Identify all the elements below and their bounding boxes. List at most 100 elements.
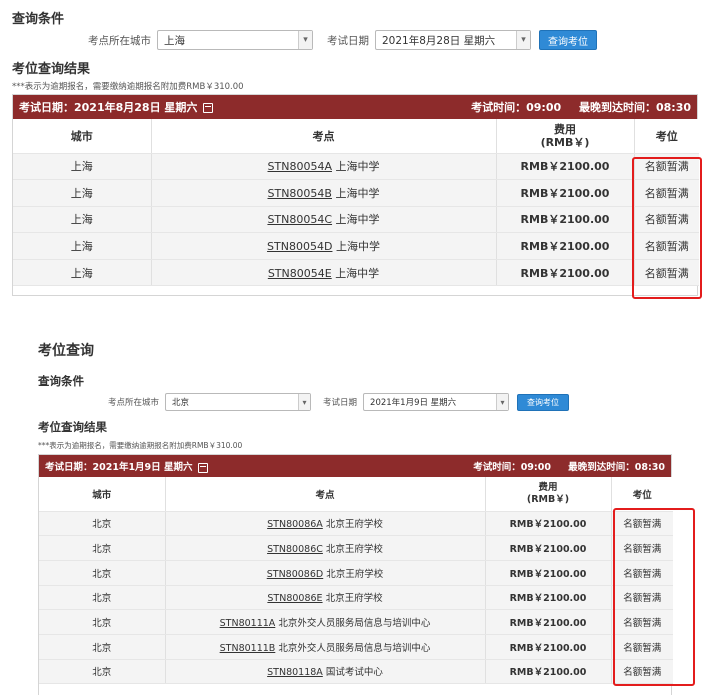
cell-city: 上海 — [13, 232, 152, 260]
chevron-down-icon: ▾ — [496, 394, 509, 410]
cell-city: 北京 — [39, 511, 166, 537]
cell-site: STN80054C 上海中学 — [151, 206, 497, 234]
cell-city: 北京 — [39, 535, 166, 561]
date-select[interactable]: 2021年8月28日 星期六 ▾ — [375, 30, 531, 50]
cell-city: 北京 — [39, 609, 166, 635]
city-label: 考点所在城市 — [88, 34, 151, 47]
exam-date-text: 考试日期：2021年1月9日 星期六 — [45, 459, 209, 473]
site-name: 上海中学 — [335, 213, 380, 227]
results-table: 城市 考点 费用 (RMB￥) 考位 上海 STN80054A 上海中学 RMB￥2… — [13, 119, 699, 287]
date-select[interactable]: 2021年1月9日 星期六 ▾ — [363, 393, 510, 411]
table-header-row: 城市 考点 费用 (RMB￥) 考位 — [13, 119, 699, 154]
site-name: 北京王府学校 — [325, 519, 383, 531]
date-select-value: 2021年1月9日 星期六 — [370, 398, 457, 408]
site-name: 北京外交人员服务局信息与培训中心 — [278, 642, 431, 654]
table-row: 上海 STN80054A 上海中学 RMB￥2100.00 名额暂满 — [13, 153, 699, 181]
query-conditions-title: 查询条件 — [12, 12, 65, 27]
table-row: 北京 STN80086D 北京王府学校 RMB￥2100.00 名额暂满 — [39, 560, 673, 586]
late-fee-note: ***表示为逾期报名，需要缴纳逾期报名附加费RMB￥310.00 — [12, 82, 244, 92]
city-select[interactable]: 北京 ▾ — [165, 393, 312, 411]
col-header-site: 考点 — [151, 119, 497, 154]
table-header-row: 城市 考点 费用 (RMB￥) 考位 — [39, 477, 673, 512]
cell-site: STN80054D 上海中学 — [151, 232, 497, 260]
col-header-site: 考点 — [165, 477, 486, 512]
site-code-link[interactable]: STN80054B — [268, 187, 332, 200]
cell-fee: RMB￥2100.00 — [496, 153, 635, 181]
col-header-city: 城市 — [13, 119, 152, 154]
cell-city: 上海 — [13, 153, 152, 181]
date-label: 考试日期 — [327, 34, 369, 47]
cell-fee: RMB￥2100.00 — [485, 560, 612, 586]
cell-site: STN80054A 上海中学 — [151, 153, 497, 181]
date-label: 考试日期 — [323, 398, 358, 408]
latest-arrival-text: 最晚到达时间：08:30 — [578, 101, 691, 114]
results-title: 考位查询结果 — [38, 420, 107, 434]
cell-city: 北京 — [39, 560, 166, 586]
exam-date-text: 考试日期：2021年8月28日 星期六 — [19, 99, 214, 115]
exam-time-text: 考试时间：09:00 — [471, 101, 562, 114]
site-code-link[interactable]: STN80086C — [267, 544, 323, 555]
table-row: 上海 STN80054E 上海中学 RMB￥2100.00 名额暂满 — [13, 259, 699, 287]
city-select-value: 上海 — [164, 34, 185, 47]
col-header-city: 城市 — [39, 477, 166, 512]
query-seat-button[interactable]: 查询考位 — [517, 393, 570, 411]
late-fee-note: ***表示为逾期报名，需要缴纳逾期报名附加费RMB￥310.00 — [38, 441, 243, 450]
date-select-value: 2021年8月28日 星期六 — [382, 34, 496, 47]
city-label: 考点所在城市 — [108, 398, 160, 408]
chevron-down-icon: ▾ — [298, 31, 312, 49]
query-seat-button[interactable]: 查询考位 — [539, 30, 597, 50]
site-code-link[interactable]: STN80111B — [220, 643, 276, 654]
table-row: 北京 STN80111B 北京外交人员服务局信息与培训中心 RMB￥2100.00 名… — [39, 634, 673, 660]
exam-info-bar: 考试日期：2021年1月9日 星期六 考试时间：09:00 最晚到达时间：08:… — [39, 455, 671, 477]
results-table-container: 考试日期：2021年8月28日 星期六 考试时间：09:00 最晚到达时间：08… — [12, 94, 699, 296]
table-row: 上海 STN80054D 上海中学 RMB￥2100.00 名额暂满 — [13, 232, 699, 260]
cell-site: STN80086A 北京王府学校 — [165, 511, 486, 537]
cell-fee: RMB￥2100.00 — [496, 259, 635, 287]
cell-city: 上海 — [13, 179, 152, 207]
site-code-link[interactable]: STN80054E — [268, 267, 332, 280]
table-row: 北京 STN80086C 北京王府学校 RMB￥2100.00 名额暂满 — [39, 535, 673, 561]
page-title: 考位查询 — [38, 343, 94, 359]
site-code-link[interactable]: STN80054A — [268, 160, 332, 173]
table-row: 北京 STN80111A 北京外交人员服务局信息与培训中心 RMB￥2100.00 名… — [39, 609, 673, 635]
full-status-highlight — [613, 508, 695, 686]
cell-fee: RMB￥2100.00 — [485, 585, 612, 611]
site-code-link[interactable]: STN80086E — [267, 593, 322, 604]
site-code-link[interactable]: STN80086A — [267, 519, 323, 530]
site-code-link[interactable]: STN80118A — [267, 667, 323, 678]
full-status-highlight — [632, 157, 702, 299]
cell-site: STN80111A 北京外交人员服务局信息与培训中心 — [165, 609, 486, 635]
cell-fee: RMB￥2100.00 — [496, 232, 635, 260]
site-name: 国试考试中心 — [325, 667, 383, 679]
calendar-icon[interactable] — [198, 462, 209, 473]
site-code-link[interactable]: STN80111A — [220, 618, 276, 629]
site-name: 北京王府学校 — [325, 593, 383, 605]
cell-city: 上海 — [13, 259, 152, 287]
cell-city: 北京 — [39, 585, 166, 611]
exam-info-bar: 考试日期：2021年8月28日 星期六 考试时间：09:00 最晚到达时间：08… — [13, 95, 697, 119]
site-code-link[interactable]: STN80054D — [267, 240, 332, 253]
site-name: 上海中学 — [335, 240, 380, 254]
cell-fee: RMB￥2100.00 — [485, 535, 612, 561]
city-select[interactable]: 上海 ▾ — [157, 30, 313, 50]
site-name: 北京王府学校 — [326, 568, 384, 580]
site-name: 上海中学 — [335, 160, 380, 174]
cell-city: 上海 — [13, 206, 152, 234]
cell-site: STN80111B 北京外交人员服务局信息与培训中心 — [165, 634, 486, 660]
chevron-down-icon: ▾ — [298, 394, 311, 410]
table-row: 上海 STN80054C 上海中学 RMB￥2100.00 名额暂满 — [13, 206, 699, 234]
cell-fee: RMB￥2100.00 — [485, 511, 612, 537]
col-header-seat: 考位 — [611, 477, 673, 512]
cell-city: 北京 — [39, 659, 166, 685]
chevron-down-icon: ▾ — [516, 31, 530, 49]
results-table: 城市 考点 费用 (RMB￥) 考位 北京 STN80086A 北京王府学校 RMB… — [39, 477, 673, 685]
cell-site: STN80086D 北京王府学校 — [165, 560, 486, 586]
results-title: 考位查询结果 — [12, 62, 91, 77]
table-row: 北京 STN80118A 国试考试中心 RMB￥2100.00 名额暂满 — [39, 659, 673, 685]
site-name: 上海中学 — [335, 186, 380, 200]
calendar-icon[interactable] — [203, 103, 214, 113]
site-code-link[interactable]: STN80054C — [267, 213, 332, 226]
query-conditions-title: 查询条件 — [38, 374, 84, 388]
table-row: 上海 STN80054B 上海中学 RMB￥2100.00 名额暂满 — [13, 179, 699, 207]
site-code-link[interactable]: STN80086D — [267, 569, 323, 580]
